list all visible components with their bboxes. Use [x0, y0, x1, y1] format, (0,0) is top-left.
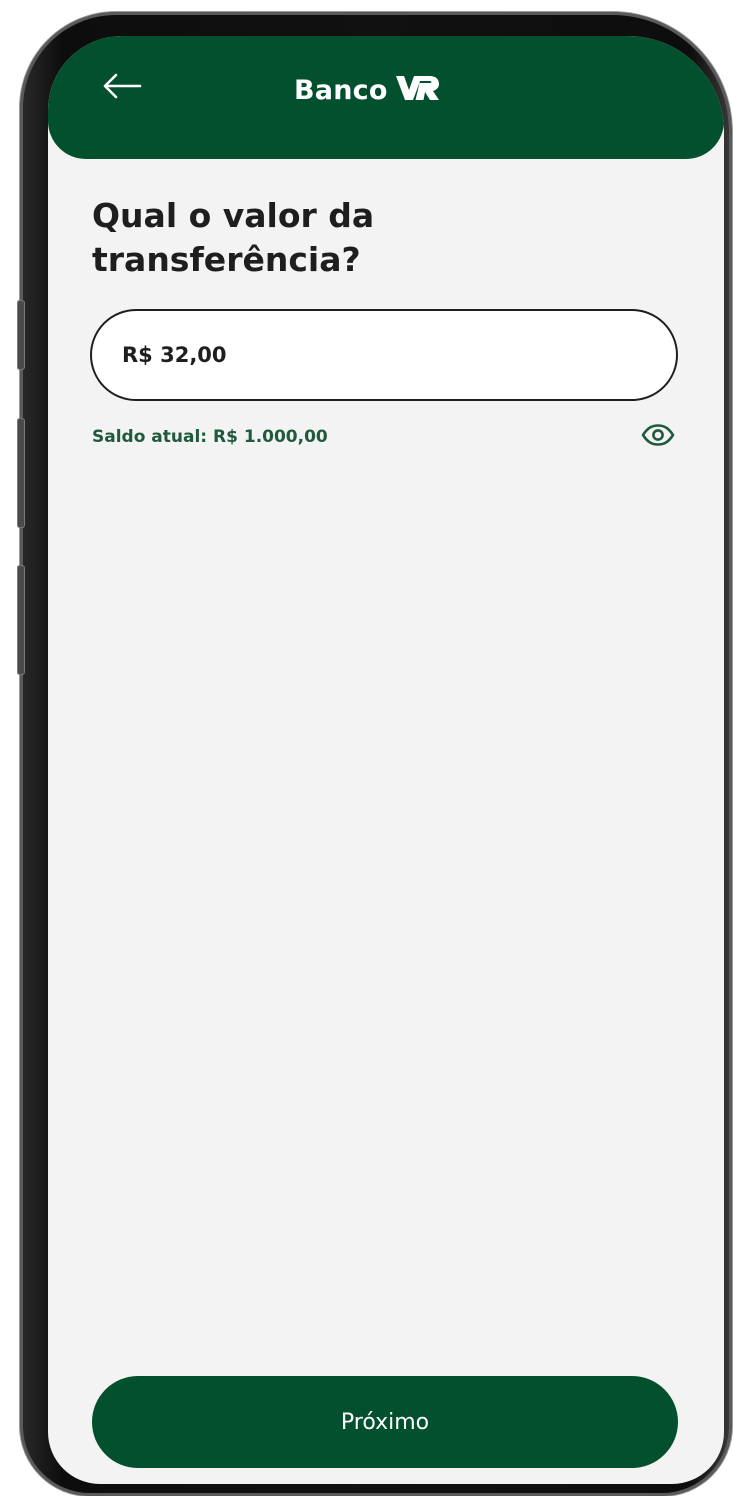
phone-side-button: [17, 300, 25, 370]
app-screen: Banco Qual o valor da transferência? Sal…: [48, 36, 724, 1484]
vr-logo: [395, 75, 440, 105]
amount-input[interactable]: [90, 309, 678, 401]
arrow-left-icon: [102, 73, 142, 103]
next-button[interactable]: Próximo: [92, 1376, 678, 1468]
balance-label: Saldo atual: R$ 1.000,00: [92, 427, 328, 447]
page-title: Qual o valor da transferência?: [92, 196, 375, 279]
bank-name: Banco: [294, 74, 388, 106]
toggle-balance-visibility-button[interactable]: [640, 424, 676, 450]
phone-volume-up-button: [17, 418, 25, 528]
header-title: Banco: [294, 70, 440, 110]
back-button[interactable]: [98, 68, 146, 108]
eye-icon: [641, 424, 675, 450]
app-header: Banco: [48, 36, 724, 159]
phone-volume-down-button: [17, 565, 25, 675]
balance-row: Saldo atual: R$ 1.000,00: [92, 422, 676, 452]
